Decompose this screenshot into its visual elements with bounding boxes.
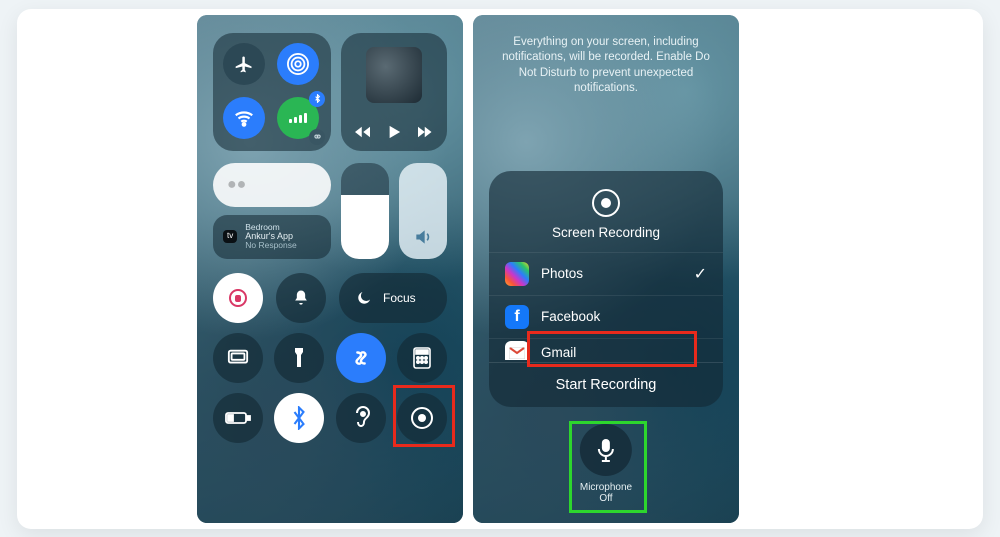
screen-mirroring-icon — [227, 348, 249, 368]
destination-app-item[interactable]: Gmail — [489, 338, 723, 360]
flashlight-button[interactable] — [274, 333, 324, 383]
screen-mirroring-button[interactable] — [213, 333, 263, 383]
appletv-badge: tv — [223, 230, 237, 242]
photos-app-icon — [505, 262, 529, 286]
focus-button[interactable]: Focus — [339, 273, 447, 323]
bell-icon — [291, 288, 311, 308]
screen-recording-button[interactable] — [397, 393, 447, 443]
forward-icon[interactable] — [415, 125, 433, 139]
record-icon — [409, 405, 435, 431]
connectivity-tile[interactable] — [213, 33, 331, 151]
play-icon[interactable] — [387, 125, 401, 139]
destination-app-label: Facebook — [541, 309, 600, 324]
gmail-app-icon — [505, 341, 529, 360]
microphone-icon — [580, 424, 632, 476]
record-indicator-icon — [592, 189, 620, 217]
microphone-label: Microphone Off — [580, 482, 632, 505]
microphone-toggle[interactable]: Microphone Off — [580, 424, 632, 505]
control-center-screenshot: ●● tv Bedroom Ankur's App No Response — [197, 15, 463, 523]
calculator-button[interactable] — [397, 333, 447, 383]
highlight-record-button — [393, 385, 455, 447]
screen-recording-title: Screen Recording — [489, 225, 723, 240]
home-icon: ●● — [227, 176, 246, 194]
home-tile[interactable]: ●● — [213, 163, 331, 207]
bluetooth-button[interactable] — [274, 393, 324, 443]
appletv-label: Bedroom Ankur's App No Response — [245, 223, 297, 250]
airdrop-toggle[interactable] — [277, 43, 319, 85]
highlight-start-recording — [527, 331, 697, 367]
sun-icon — [357, 233, 373, 249]
orientation-lock-button[interactable] — [213, 273, 263, 323]
checkmark-icon: ✓ — [694, 264, 707, 284]
flashlight-icon — [292, 347, 306, 369]
destination-app-item[interactable]: Photos ✓ — [489, 252, 723, 295]
airplane-mode-toggle[interactable] — [223, 43, 265, 85]
link-icon — [313, 132, 322, 141]
recording-notice: Everything on your screen, including not… — [489, 35, 723, 107]
hotspot-mini-toggle[interactable] — [309, 129, 325, 145]
destination-app-list: Photos ✓ f Facebook Gmail — [489, 252, 723, 360]
bluetooth-icon — [313, 94, 322, 103]
wifi-icon — [233, 107, 255, 129]
bluetooth-icon — [290, 406, 308, 430]
volume-slider[interactable] — [399, 163, 447, 259]
brightness-slider[interactable] — [341, 163, 389, 259]
album-art — [366, 47, 422, 103]
airplane-icon — [234, 54, 254, 74]
orientation-lock-icon — [226, 286, 250, 310]
hearing-button[interactable] — [336, 393, 386, 443]
shazam-icon — [350, 347, 372, 369]
focus-label: Focus — [383, 291, 416, 305]
calculator-icon — [413, 347, 431, 369]
appletv-tile[interactable]: tv Bedroom Ankur's App No Response — [213, 215, 331, 259]
cellular-icon — [289, 113, 307, 123]
ear-icon — [351, 406, 371, 430]
destination-app-label: Photos — [541, 266, 583, 281]
facebook-app-icon: f — [505, 305, 529, 329]
moon-icon — [355, 289, 373, 307]
screen-recording-card: Screen Recording Photos ✓ f Facebook — [489, 171, 723, 407]
airdrop-icon — [287, 53, 309, 75]
wifi-toggle[interactable] — [223, 97, 265, 139]
bluetooth-mini-toggle[interactable] — [309, 91, 325, 107]
destination-app-item[interactable]: f Facebook — [489, 295, 723, 338]
media-tile[interactable] — [341, 33, 447, 151]
battery-icon — [225, 411, 251, 425]
highlight-microphone — [569, 421, 647, 513]
start-recording-button[interactable]: Start Recording — [489, 362, 723, 407]
speaker-icon — [413, 227, 433, 247]
destination-app-label: Gmail — [541, 345, 576, 360]
screen-recording-screenshot: Everything on your screen, including not… — [473, 15, 739, 523]
shazam-button[interactable] — [336, 333, 386, 383]
cellular-toggle[interactable] — [277, 97, 319, 139]
low-power-button[interactable] — [213, 393, 263, 443]
silent-button[interactable] — [276, 273, 326, 323]
rewind-icon[interactable] — [355, 125, 373, 139]
